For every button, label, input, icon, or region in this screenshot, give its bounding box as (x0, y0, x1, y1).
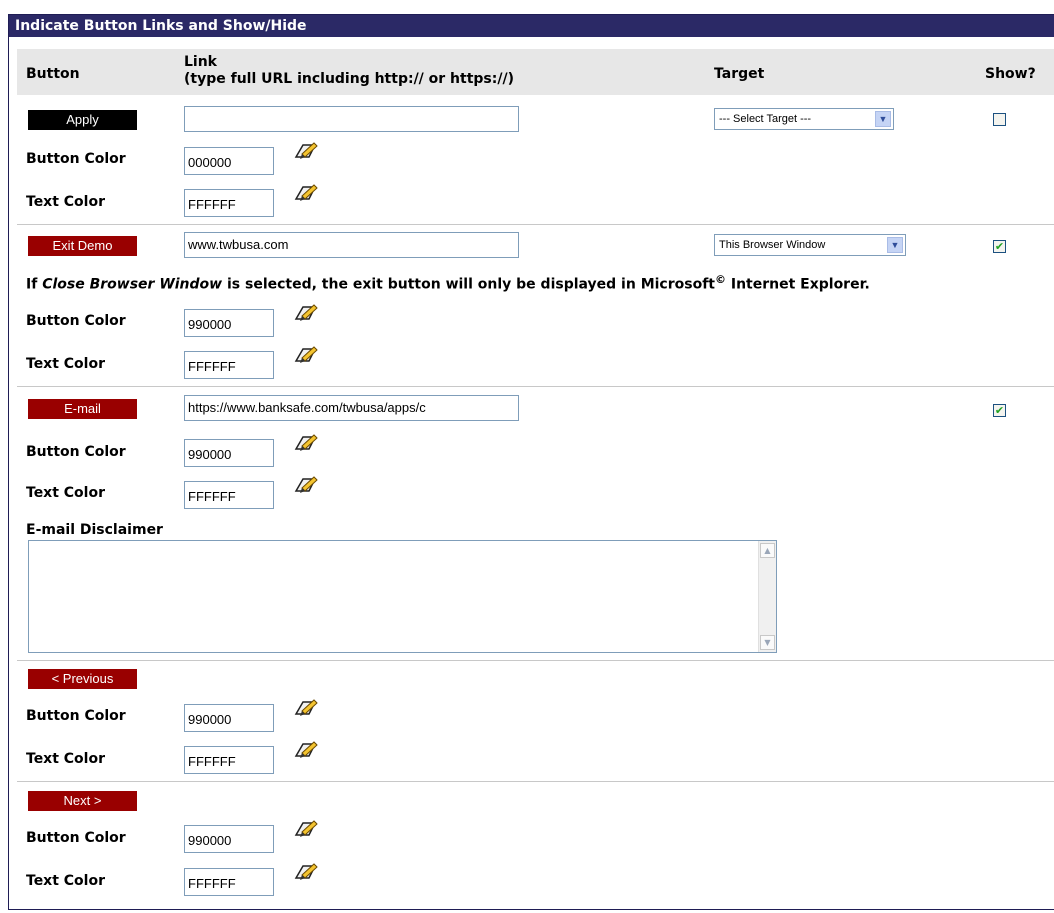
next-button-color-input[interactable]: 990000 (184, 825, 274, 853)
previous-text-color-input[interactable]: FFFFFF (184, 746, 274, 774)
col-target-header: Target (714, 66, 765, 82)
color-picker-pencil-icon[interactable] (293, 302, 319, 324)
apply-button-color-input[interactable]: 000000 (184, 147, 274, 175)
next-text-color-label: Text Color (26, 873, 105, 889)
exit-button-color-input[interactable]: 990000 (184, 309, 274, 337)
exit-link-input[interactable]: www.twbusa.com (184, 232, 519, 258)
col-button-header: Button (26, 66, 80, 82)
exit-target-value: This Browser Window (719, 239, 826, 251)
exit-text-color-label: Text Color (26, 356, 105, 372)
apply-button-preview[interactable]: Apply (28, 110, 137, 130)
previous-button-color-label: Button Color (26, 708, 126, 724)
email-show-checkbox[interactable]: ✔ (993, 404, 1006, 417)
email-link-input[interactable]: https://www.banksafe.com/twbusa/apps/c (184, 395, 519, 421)
col-link-header: Link (184, 54, 217, 70)
exit-target-select[interactable]: This Browser Window ▼ (714, 234, 906, 256)
previous-button-color-input[interactable]: 990000 (184, 704, 274, 732)
section-divider (17, 386, 1054, 387)
apply-text-color-label: Text Color (26, 194, 105, 210)
color-picker-pencil-icon[interactable] (293, 739, 319, 761)
apply-text-color-input[interactable]: FFFFFF (184, 189, 274, 217)
previous-text-color-label: Text Color (26, 751, 105, 767)
column-header-row (17, 49, 1054, 95)
section-divider (17, 781, 1054, 782)
email-button-preview[interactable]: E-mail (28, 399, 137, 419)
scroll-down-icon[interactable]: ▼ (760, 635, 775, 650)
next-button-preview[interactable]: Next > (28, 791, 137, 811)
col-link-subheader: (type full URL including http:// or http… (184, 71, 514, 87)
chevron-down-icon[interactable]: ▼ (875, 111, 891, 127)
scrollbar[interactable]: ▲ ▼ (758, 541, 776, 652)
exit-text-color-input[interactable]: FFFFFF (184, 351, 274, 379)
button-links-panel: Indicate Button Links and Show/Hide Butt… (8, 14, 1054, 910)
color-picker-pencil-icon[interactable] (293, 697, 319, 719)
email-text-color-label: Text Color (26, 485, 105, 501)
color-picker-pencil-icon[interactable] (293, 344, 319, 366)
section-divider (17, 224, 1054, 225)
exit-demo-button-preview[interactable]: Exit Demo (28, 236, 137, 256)
section-divider (17, 660, 1054, 661)
exit-show-checkbox[interactable]: ✔ (993, 240, 1006, 253)
exit-close-window-note: If Close Browser Window is selected, the… (26, 273, 870, 293)
col-show-header: Show? (985, 66, 1036, 82)
next-button-color-label: Button Color (26, 830, 126, 846)
exit-button-color-label: Button Color (26, 313, 126, 329)
color-picker-pencil-icon[interactable] (293, 140, 319, 162)
previous-button-preview[interactable]: < Previous (28, 669, 137, 689)
email-disclaimer-label: E-mail Disclaimer (26, 522, 163, 538)
color-picker-pencil-icon[interactable] (293, 474, 319, 496)
scroll-up-icon[interactable]: ▲ (760, 543, 775, 558)
chevron-down-icon[interactable]: ▼ (887, 237, 903, 253)
email-disclaimer-textarea[interactable]: ▲ ▼ (28, 540, 777, 653)
next-text-color-input[interactable]: FFFFFF (184, 868, 274, 896)
email-text-color-input[interactable]: FFFFFF (184, 481, 274, 509)
color-picker-pencil-icon[interactable] (293, 818, 319, 840)
apply-target-select[interactable]: --- Select Target --- ▼ (714, 108, 894, 130)
color-picker-pencil-icon[interactable] (293, 861, 319, 883)
panel-title: Indicate Button Links and Show/Hide (9, 15, 1054, 37)
apply-show-checkbox[interactable] (993, 113, 1006, 126)
apply-target-value: --- Select Target --- (719, 113, 812, 125)
apply-link-input[interactable] (184, 106, 519, 132)
color-picker-pencil-icon[interactable] (293, 432, 319, 454)
email-button-color-input[interactable]: 990000 (184, 439, 274, 467)
apply-button-color-label: Button Color (26, 151, 126, 167)
email-button-color-label: Button Color (26, 444, 126, 460)
color-picker-pencil-icon[interactable] (293, 182, 319, 204)
